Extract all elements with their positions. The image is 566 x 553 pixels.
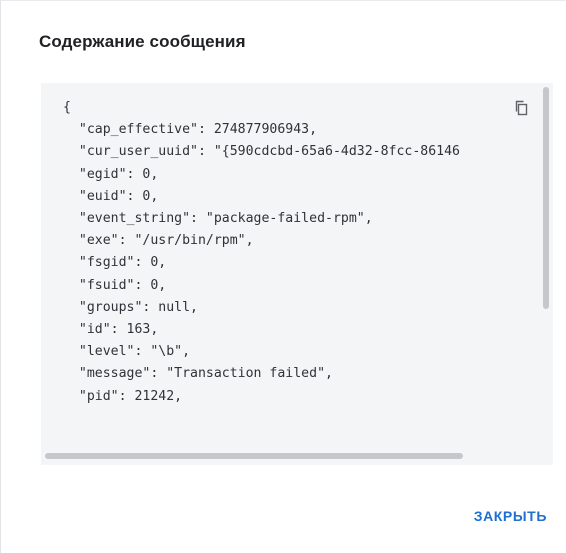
close-button[interactable]: ЗАКРЫТЬ xyxy=(474,508,547,524)
code-line: "egid": 0, xyxy=(63,166,159,182)
copy-icon-svg xyxy=(515,100,528,116)
horizontal-scrollbar[interactable] xyxy=(45,453,463,459)
message-content-dialog: Содержание сообщения { "cap_effective": … xyxy=(0,0,566,553)
code-line: "event_string": "package-failed-rpm", xyxy=(63,211,373,227)
code-line: "groups": null, xyxy=(63,299,198,315)
code-line: "cap_effective": 274877906943, xyxy=(63,122,318,138)
code-viewer[interactable]: { "cap_effective": 274877906943, "cur_us… xyxy=(41,83,553,465)
code-line: "euid": 0, xyxy=(63,188,159,204)
code-line: "exe": "/usr/bin/rpm", xyxy=(63,233,254,249)
code-line: "cur_user_uuid": "{590cdcbd-65a6-4d32-8f… xyxy=(63,144,460,160)
code-line: "id": 163, xyxy=(63,322,159,338)
copy-icon[interactable] xyxy=(513,99,531,117)
dialog-title: Содержание сообщения xyxy=(39,32,246,51)
vertical-scrollbar[interactable] xyxy=(543,87,549,309)
code-line: "message": "Transaction failed", xyxy=(63,366,333,382)
code-line: "fsuid": 0, xyxy=(63,277,167,293)
code-line: { xyxy=(63,100,71,115)
code-line: "fsgid": 0, xyxy=(63,255,167,271)
code-content: { "cap_effective": 274877906943, "cur_us… xyxy=(63,97,460,408)
code-line: "pid": 21242, xyxy=(63,388,183,404)
code-line: "level": "\b", xyxy=(63,344,191,360)
